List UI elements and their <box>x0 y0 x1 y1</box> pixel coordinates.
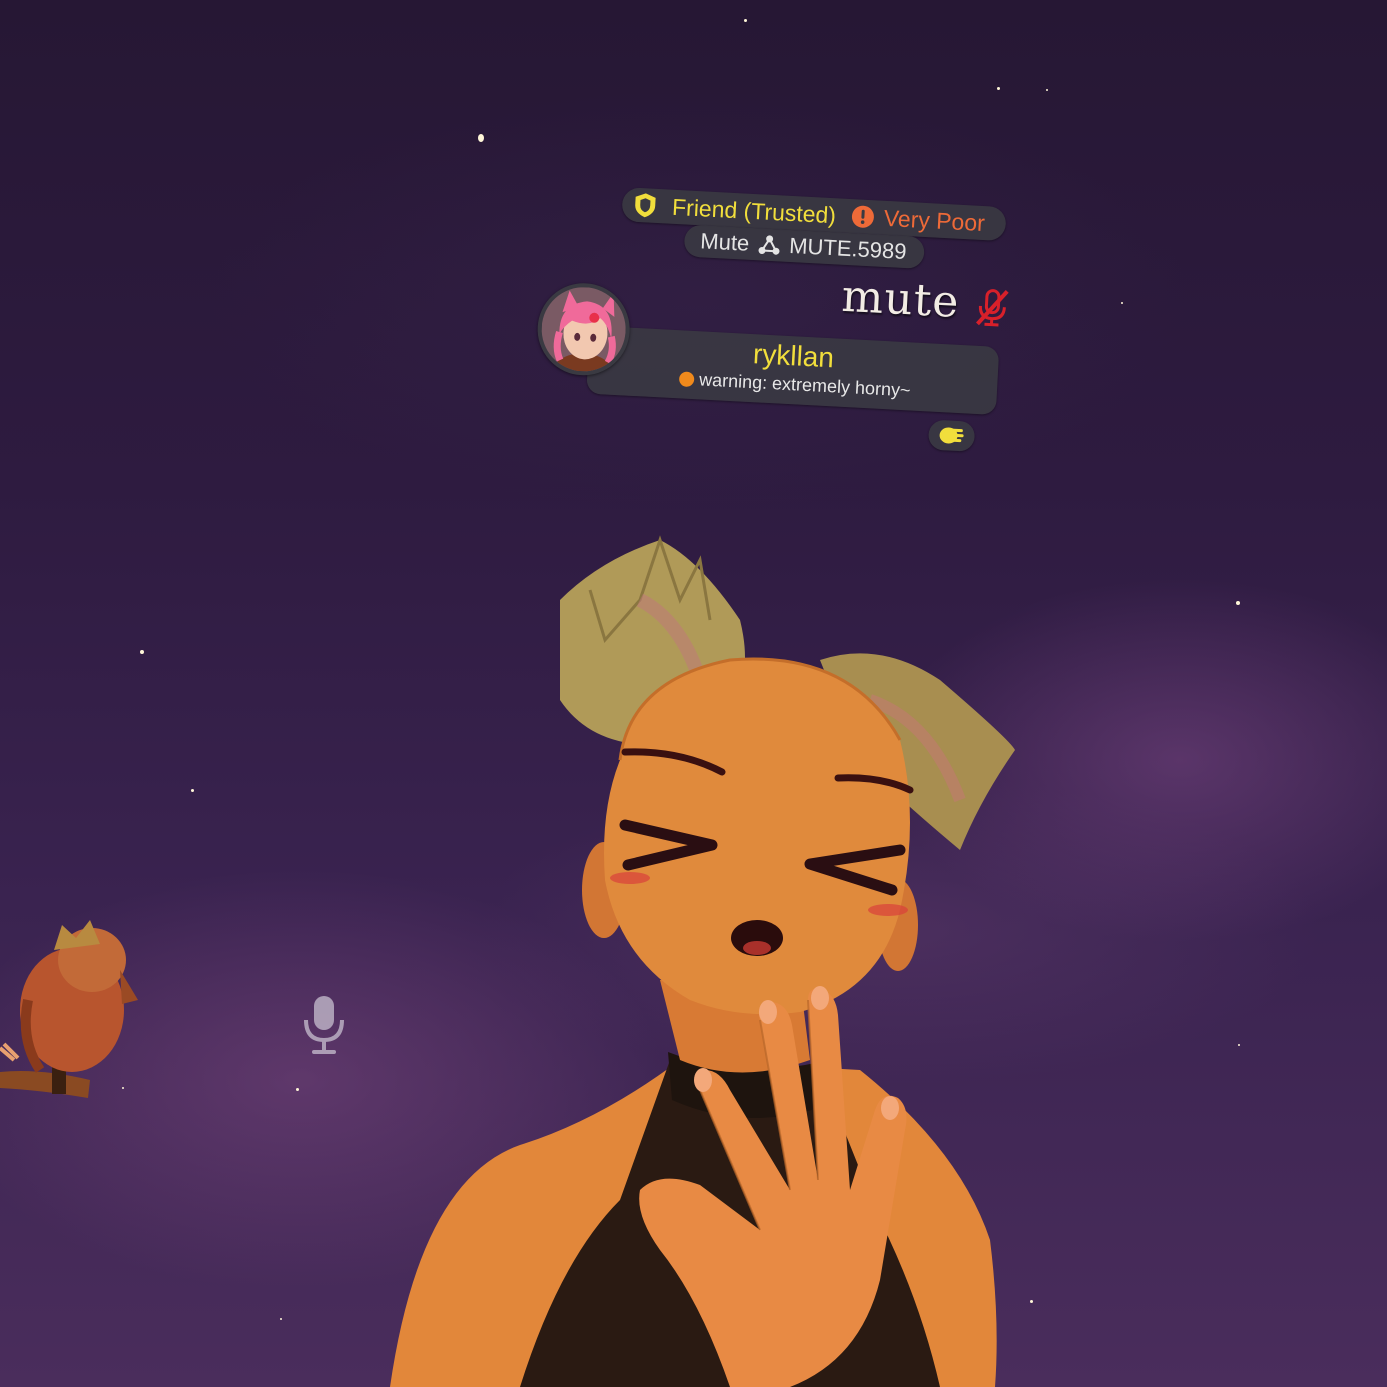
trust-rank-label: Friend (Trusted) <box>671 193 837 228</box>
mute-id-label: MUTE.5989 <box>788 232 908 265</box>
status-dot-icon <box>678 371 695 388</box>
mute-indicator-label: mute <box>840 270 961 328</box>
muted-mic-icon <box>975 288 1009 326</box>
network-icon <box>758 235 780 255</box>
player-nameplate[interactable]: Friend (Trusted) Very Poor Mute MUTE.598… <box>523 173 1017 483</box>
mute-indicator: mute <box>840 271 1011 331</box>
vr-scene: Friend (Trusted) Very Poor Mute MUTE.598… <box>0 0 1387 1387</box>
hand-gesture-icon <box>939 427 964 444</box>
shield-icon <box>635 193 656 218</box>
mute-status-label: Mute <box>699 228 750 256</box>
avatar-portrait <box>539 285 628 378</box>
name-card[interactable]: rykllan warning: extremely horny~ <box>586 325 1000 415</box>
warning-icon <box>851 205 874 228</box>
gesture-indicator <box>927 419 976 452</box>
performance-rank-label: Very Poor <box>883 204 986 236</box>
